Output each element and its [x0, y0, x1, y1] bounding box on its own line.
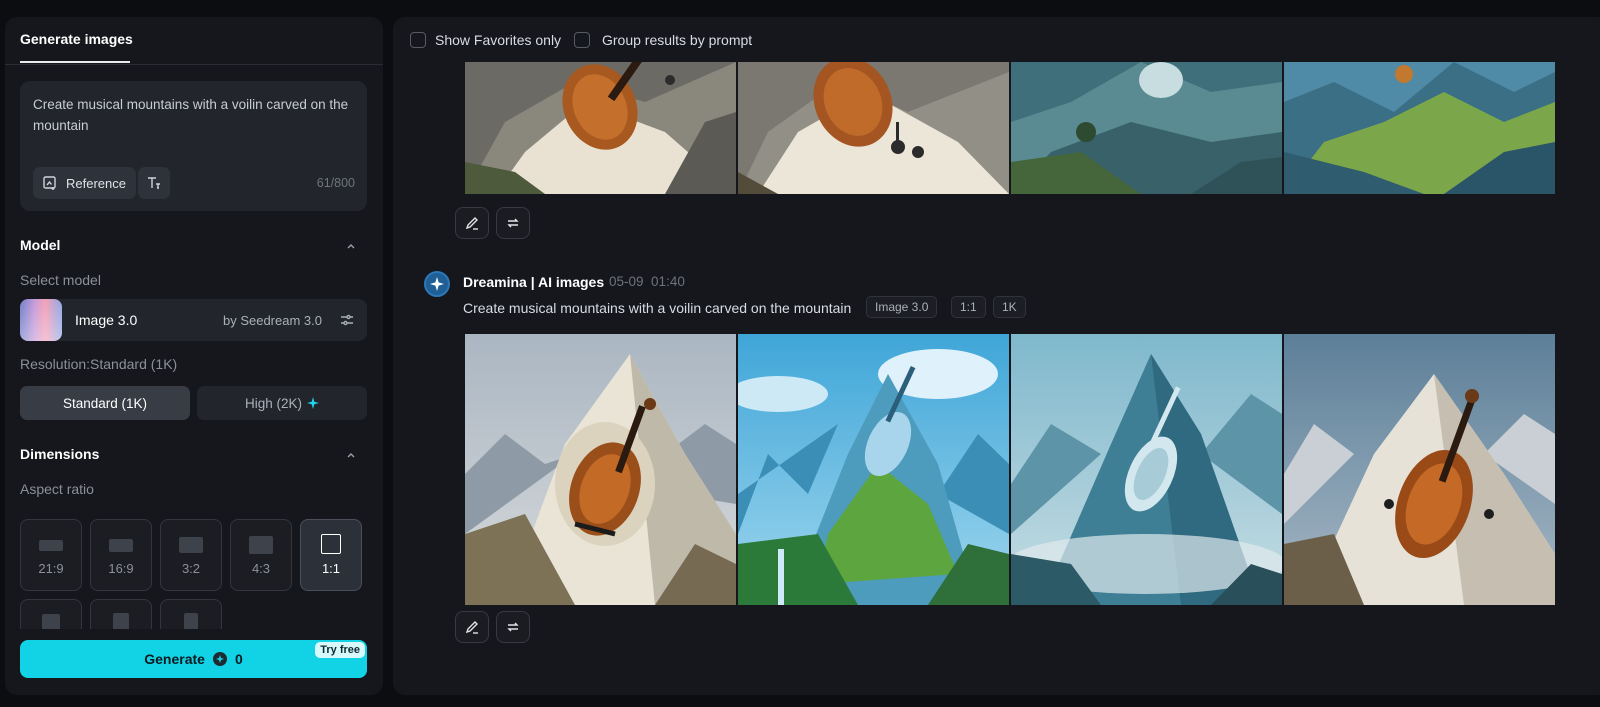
- result-image[interactable]: [1011, 334, 1282, 605]
- text-format-button[interactable]: [138, 167, 170, 199]
- model-selector[interactable]: Image 3.0 by Seedream 3.0: [20, 299, 367, 341]
- dreamina-logo-icon: [424, 271, 450, 297]
- resolution-high-button[interactable]: High (2K): [197, 386, 367, 420]
- tab-generate-images[interactable]: Generate images: [20, 31, 133, 47]
- result-prompt[interactable]: Create musical mountains with a voilin c…: [463, 300, 851, 316]
- tab-underline: [20, 61, 130, 63]
- regenerate-button[interactable]: [496, 207, 530, 239]
- ratio-shape: [249, 536, 273, 554]
- regenerate-button[interactable]: [496, 611, 530, 643]
- ratio-shape: [184, 613, 198, 629]
- ratio-option-16-9[interactable]: 16:9: [90, 519, 152, 591]
- edit-icon: [465, 217, 478, 230]
- edit-button[interactable]: [455, 207, 489, 239]
- group-by-prompt-checkbox[interactable]: [574, 32, 590, 48]
- aspect-ratio-label: Aspect ratio: [20, 481, 94, 497]
- reference-button[interactable]: Reference: [33, 167, 136, 199]
- filter-bar: Show Favorites only Group results by pro…: [393, 17, 1600, 63]
- result-image[interactable]: [1284, 334, 1555, 605]
- result-image[interactable]: [738, 334, 1009, 605]
- tag-ratio: 1:1: [951, 296, 986, 318]
- prompt-box[interactable]: Create musical mountains with a voilin c…: [20, 81, 367, 211]
- reference-label: Reference: [66, 175, 126, 191]
- credit-count: 0: [234, 651, 243, 667]
- ratio-option-more[interactable]: [20, 599, 82, 629]
- resolution-label: Resolution:Standard (1K): [20, 356, 178, 372]
- ratio-option-more[interactable]: [160, 599, 222, 629]
- ratio-label: 21:9: [38, 561, 64, 576]
- ratio-option-21-9[interactable]: 21:9: [20, 519, 82, 591]
- reference-icon: [43, 176, 56, 190]
- ratio-shape: [321, 534, 341, 554]
- ratio-option-1-1[interactable]: 1:1: [300, 519, 362, 591]
- try-free-badge: Try free: [315, 642, 365, 658]
- app-name: Dreamina | AI images: [463, 274, 605, 290]
- settings-sliders-icon[interactable]: [339, 312, 355, 328]
- ratio-option-3-2[interactable]: 3:2: [160, 519, 222, 591]
- ratio-option-4-3[interactable]: 4:3: [230, 519, 292, 591]
- ratio-shape: [109, 539, 133, 552]
- result-image[interactable]: [465, 334, 736, 605]
- tag-resolution: 1K: [993, 296, 1026, 318]
- dimensions-section-title: Dimensions: [20, 446, 100, 462]
- result-time: 01:40: [651, 274, 685, 289]
- generate-button[interactable]: Generate 0 Try free: [20, 640, 367, 678]
- regenerate-icon: [507, 218, 519, 228]
- ratio-shape: [42, 614, 60, 629]
- result-image[interactable]: [465, 62, 736, 194]
- aspect-ratio-grid: 21:9 16:9 3:2 4:3 1:1: [20, 519, 370, 629]
- model-thumbnail: [20, 299, 62, 341]
- text-format-icon: [148, 177, 160, 189]
- ratio-label: 4:3: [251, 561, 271, 576]
- ratio-option-more[interactable]: [90, 599, 152, 629]
- prompt-input[interactable]: Create musical mountains with a voilin c…: [33, 94, 353, 136]
- resolution-standard-label: Standard (1K): [62, 395, 148, 411]
- tag-model: Image 3.0: [866, 296, 938, 318]
- favorites-checkbox[interactable]: [410, 32, 426, 48]
- results-panel: Show Favorites only Group results by pro…: [393, 17, 1600, 695]
- ratio-label: 3:2: [181, 561, 201, 576]
- ratio-shape: [179, 537, 203, 553]
- favorites-label[interactable]: Show Favorites only: [435, 32, 561, 48]
- credit-icon: [212, 652, 227, 666]
- char-count: 61/800: [316, 176, 355, 190]
- select-model-label: Select model: [20, 272, 101, 288]
- ratio-shape: [113, 613, 129, 629]
- result-image[interactable]: [1011, 62, 1282, 194]
- left-panel: Generate images Create musical mountains…: [5, 17, 383, 695]
- group-by-prompt-label[interactable]: Group results by prompt: [602, 32, 752, 48]
- model-section-title: Model: [20, 237, 61, 253]
- ratio-label: 1:1: [321, 561, 341, 576]
- tab-bar: Generate images: [5, 17, 383, 65]
- sparkle-icon: [307, 397, 320, 409]
- result-date: 05-09: [609, 274, 644, 289]
- resolution-standard-button[interactable]: Standard (1K): [20, 386, 190, 420]
- model-provider: by Seedream 3.0: [222, 313, 322, 328]
- generate-label: Generate: [144, 651, 205, 667]
- ratio-label: 16:9: [108, 561, 134, 576]
- ratio-shape: [39, 540, 63, 551]
- edit-icon: [465, 621, 478, 634]
- edit-button[interactable]: [455, 611, 489, 643]
- result-image[interactable]: [1284, 62, 1555, 194]
- result-timestamp: 05-09 01:40: [609, 274, 685, 289]
- model-name: Image 3.0: [75, 312, 138, 328]
- result-image[interactable]: [738, 62, 1009, 194]
- chevron-up-icon[interactable]: [345, 449, 357, 461]
- resolution-high-label: High (2K): [244, 395, 303, 411]
- chevron-up-icon[interactable]: [345, 240, 357, 252]
- regenerate-icon: [507, 622, 519, 632]
